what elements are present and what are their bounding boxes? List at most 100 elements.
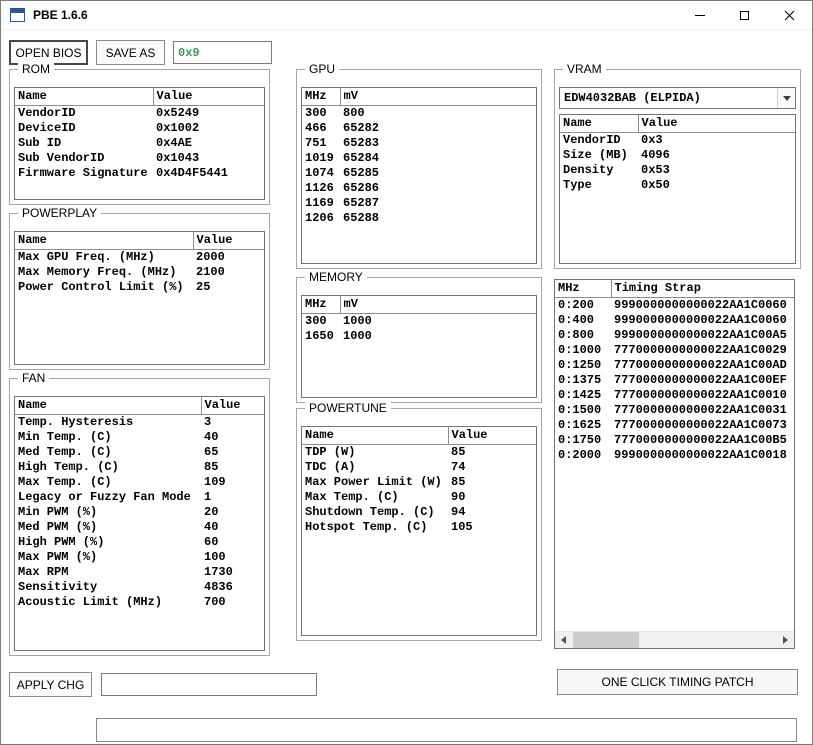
table-row[interactable]: TDP (W) 85 [302, 444, 536, 459]
table-row[interactable]: 0:800 9990000000000022AA1C00A5 [555, 327, 794, 342]
fan-group: FAN Name Value Temp. Hysteresis 3 Min Temp… [9, 371, 270, 656]
table-cell: 40 [204, 519, 219, 534]
table-cell: 65286 [343, 180, 380, 195]
col-header-mhz[interactable]: MHz [302, 296, 341, 314]
table-cell: 1074 [305, 165, 334, 180]
scroll-left-button[interactable] [555, 632, 572, 648]
table-row[interactable]: 0:400 9990000000000022AA1C0060 [555, 312, 794, 327]
table-row[interactable]: 0:1375 7770000000000022AA1C00EF [555, 372, 794, 387]
table-row[interactable]: 1126 65286 [302, 180, 536, 195]
table-row[interactable]: Sensitivity 4836 [15, 579, 264, 594]
table-row[interactable]: VendorID 0x5249 [15, 105, 264, 120]
table-row[interactable]: 0:1000 7770000000000022AA1C0029 [555, 342, 794, 357]
table-cell: 1730 [204, 564, 233, 579]
table-row[interactable]: 0:1750 7770000000000022AA1C00B5 [555, 432, 794, 447]
table-row[interactable]: Max PWM (%) 100 [15, 549, 264, 564]
table-row[interactable]: Max GPU Freq. (MHz) 2000 [15, 249, 264, 264]
maximize-icon [740, 10, 749, 20]
table-row[interactable]: Min Temp. (C) 40 [15, 429, 264, 444]
table-row[interactable]: Med PWM (%) 40 [15, 519, 264, 534]
rom-listview: Name Value VendorID 0x5249 DeviceID 0x1002 S… [14, 87, 265, 200]
close-button[interactable] [767, 1, 812, 29]
table-row[interactable]: 466 65282 [302, 120, 536, 135]
apply-value-input[interactable] [101, 673, 317, 696]
table-cell: 800 [343, 105, 365, 120]
table-row[interactable]: Firmware Signature 0x4D4F5441 [15, 165, 264, 180]
table-cell: Max Temp. (C) [18, 474, 112, 489]
table-cell: 7770000000000022AA1C0073 [614, 417, 787, 432]
col-header-mv[interactable]: mV [340, 88, 536, 106]
table-row[interactable]: Sub VendorID 0x1043 [15, 150, 264, 165]
col-header-name[interactable]: Name [15, 232, 194, 250]
table-row[interactable]: 300 800 [302, 105, 536, 120]
col-header-mv[interactable]: mV [340, 296, 536, 314]
col-header-mhz[interactable]: MHz [302, 88, 341, 106]
table-row[interactable]: Type 0x50 [560, 177, 795, 192]
maximize-button[interactable] [722, 1, 767, 29]
table-row[interactable]: 1206 65288 [302, 210, 536, 225]
table-row[interactable]: 751 65283 [302, 135, 536, 150]
table-row[interactable]: Max Temp. (C) 109 [15, 474, 264, 489]
table-row[interactable]: 0:2000 9990000000000022AA1C0018 [555, 447, 794, 462]
apply-chg-button[interactable]: APPLY CHG [9, 672, 92, 697]
table-cell: 2100 [196, 264, 225, 279]
save-as-button[interactable]: SAVE AS [96, 40, 165, 65]
col-header-mhz[interactable]: MHz [555, 280, 612, 298]
table-row[interactable]: Max Memory Freq. (MHz) 2100 [15, 264, 264, 279]
table-row[interactable]: 1019 65284 [302, 150, 536, 165]
table-row[interactable]: Density 0x53 [560, 162, 795, 177]
table-row[interactable]: Shutdown Temp. (C) 94 [302, 504, 536, 519]
table-row[interactable]: Max Temp. (C) 90 [302, 489, 536, 504]
table-row[interactable]: 0:1250 7770000000000022AA1C00AD [555, 357, 794, 372]
table-row[interactable]: Sub ID 0x4AE [15, 135, 264, 150]
table-row[interactable]: High PWM (%) 60 [15, 534, 264, 549]
table-cell: 7770000000000022AA1C00AD [614, 357, 787, 372]
col-header-value[interactable]: Value [153, 88, 264, 106]
col-header-value[interactable]: Value [193, 232, 264, 250]
table-cell: Sensitivity [18, 579, 98, 594]
timing-horizontal-scrollbar[interactable] [555, 631, 794, 648]
table-row[interactable]: DeviceID 0x1002 [15, 120, 264, 135]
table-row[interactable]: 1650 1000 [302, 328, 536, 343]
col-header-name[interactable]: Name [15, 397, 202, 415]
table-row[interactable]: TDC (A) 74 [302, 459, 536, 474]
col-header-name[interactable]: Name [302, 427, 449, 445]
table-row[interactable]: 300 1000 [302, 313, 536, 328]
table-row[interactable]: Max Power Limit (W) 85 [302, 474, 536, 489]
table-row[interactable]: Legacy or Fuzzy Fan Mode 1 [15, 489, 264, 504]
col-header-value[interactable]: Value [201, 397, 264, 415]
table-row[interactable]: Max RPM 1730 [15, 564, 264, 579]
table-row[interactable]: Acoustic Limit (MHz) 700 [15, 594, 264, 609]
table-row[interactable]: High Temp. (C) 85 [15, 459, 264, 474]
scrollbar-thumb[interactable] [573, 632, 639, 648]
col-header-name[interactable]: Name [560, 115, 639, 133]
col-header-value[interactable]: Value [638, 115, 795, 133]
scroll-right-button[interactable] [777, 632, 794, 648]
table-row[interactable]: 1074 65285 [302, 165, 536, 180]
col-header-name[interactable]: Name [15, 88, 154, 106]
table-row[interactable]: 0:1625 7770000000000022AA1C0073 [555, 417, 794, 432]
table-row[interactable]: Size (MB) 4096 [560, 147, 795, 162]
table-cell: 0:1425 [558, 387, 602, 402]
table-cell: 1019 [305, 150, 334, 165]
col-header-timing-strap[interactable]: Timing Strap [611, 280, 794, 298]
version-input[interactable] [173, 41, 272, 64]
table-row[interactable]: Temp. Hysteresis 3 [15, 414, 264, 429]
table-row[interactable]: 0:1425 7770000000000022AA1C0010 [555, 387, 794, 402]
minimize-button[interactable] [677, 1, 722, 29]
table-row[interactable]: Med Temp. (C) 65 [15, 444, 264, 459]
table-row[interactable]: 0:200 9990000000000022AA1C0060 [555, 297, 794, 312]
table-row[interactable]: 1169 65287 [302, 195, 536, 210]
table-row[interactable]: Hotspot Temp. (C) 105 [302, 519, 536, 534]
table-row[interactable]: Power Control Limit (%) 25 [15, 279, 264, 294]
vram-memory-select[interactable]: EDW4032BAB (ELPIDA) [559, 87, 796, 109]
one-click-timing-patch-button[interactable]: ONE CLICK TIMING PATCH [557, 669, 798, 695]
table-cell: 7770000000000022AA1C0010 [614, 387, 787, 402]
table-row[interactable]: Min PWM (%) 20 [15, 504, 264, 519]
table-cell: 0x4AE [156, 135, 193, 150]
table-cell: Min PWM (%) [18, 504, 98, 519]
col-header-value[interactable]: Value [448, 427, 536, 445]
table-cell: Max Power Limit (W) [305, 474, 442, 489]
table-row[interactable]: VendorID 0x3 [560, 132, 795, 147]
table-row[interactable]: 0:1500 7770000000000022AA1C0031 [555, 402, 794, 417]
